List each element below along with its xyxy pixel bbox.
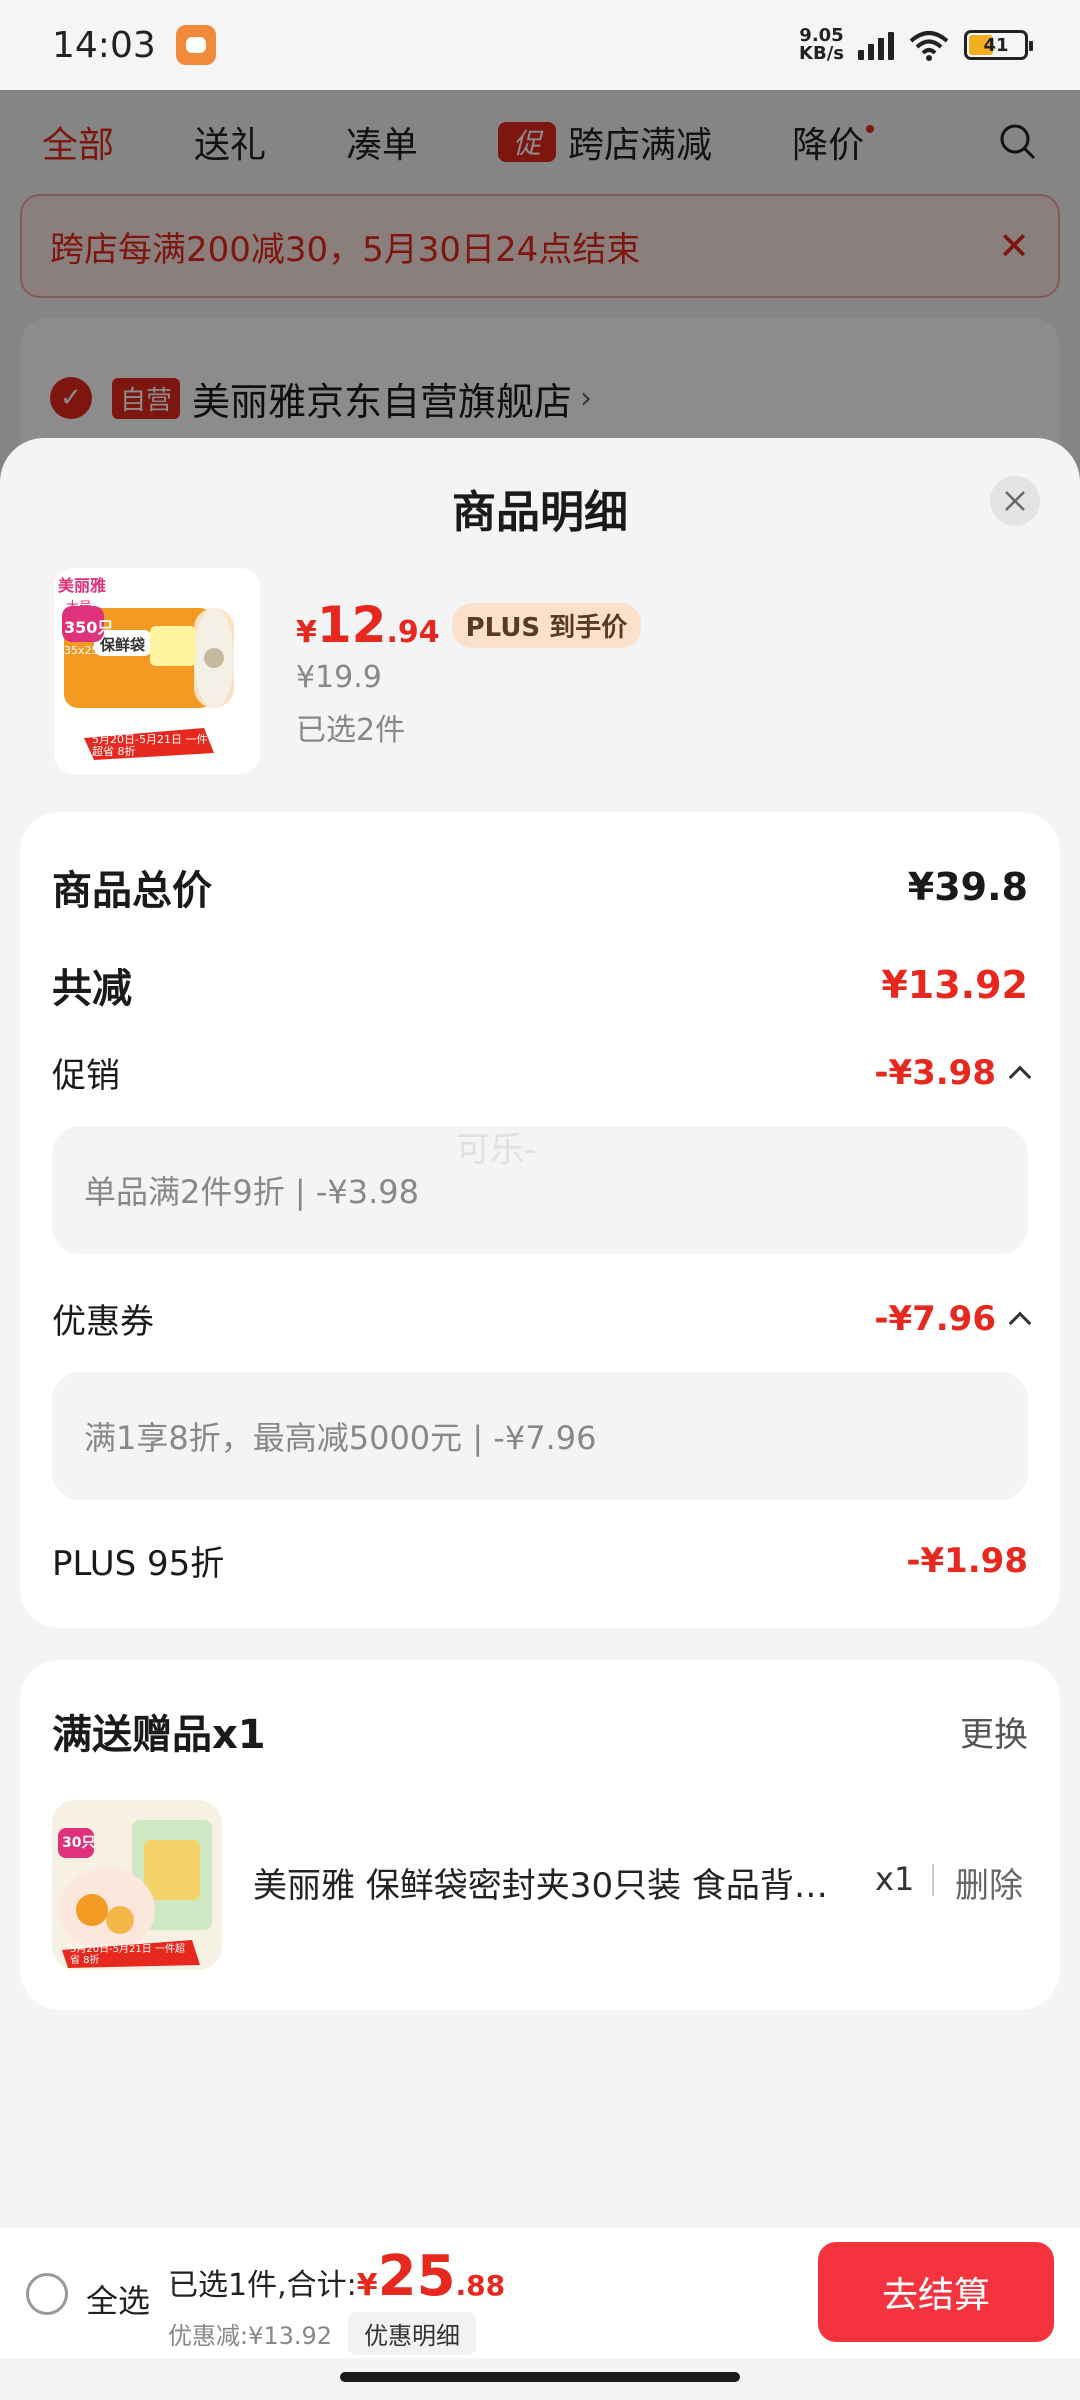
chevron-up-icon[interactable] — [1008, 1065, 1032, 1088]
product-image-label: 保鲜袋 — [100, 636, 146, 654]
price-integer: 12 — [316, 596, 387, 654]
watermark: 可乐- — [456, 1130, 537, 1170]
delete-gift-button[interactable]: 删除 — [955, 1858, 1023, 1907]
coupon-value: -¥7.96 — [874, 1298, 996, 1339]
price-decimal: .94 — [386, 615, 440, 650]
status-indicators: 9.05 KB/s 41 — [799, 27, 1033, 63]
promotion-detail: 单品满2件9折 | -¥3.98 — [52, 1126, 1028, 1254]
discount-text: 优惠减:¥13.92 — [168, 2322, 333, 2350]
chevron-up-icon[interactable] — [1008, 1311, 1032, 1334]
original-price: ¥19.9 — [296, 660, 382, 695]
product-image-size: 大号 — [66, 600, 93, 615]
plus-discount-label: PLUS 95折 — [52, 1544, 225, 1584]
total-reduce-label: 共减 — [52, 966, 132, 1012]
product-detail-sheet: 商品明细 美丽雅 大号 350只 35x25cm 保鲜袋 5月20日-5月21日… — [0, 438, 1080, 2400]
coupon-label: 优惠券 — [52, 1302, 154, 1342]
plus-discount-value: -¥1.98 — [906, 1540, 1028, 1581]
product-image-promo: 5月20日-5月21日 一件超省 8折 — [92, 733, 208, 758]
battery-level: 41 — [983, 34, 1009, 56]
battery-icon: 41 — [964, 30, 1033, 60]
home-indicator[interactable] — [340, 2372, 740, 2382]
total-reduce-value: ¥13.92 — [881, 963, 1028, 1007]
close-sheet-button[interactable] — [990, 476, 1040, 526]
discount-detail-button[interactable]: 优惠明细 — [348, 2312, 477, 2355]
gift-quantity: x1 — [875, 1860, 915, 1898]
gift-image-count: 30只 — [62, 1835, 96, 1851]
product-summary: 美丽雅 大号 350只 35x25cm 保鲜袋 5月20日-5月21日 一件超省… — [54, 568, 1044, 778]
gift-divider — [932, 1864, 934, 1896]
select-all-label[interactable]: 全选 — [86, 2276, 150, 2322]
plus-discount-row: PLUS 95折 -¥1.98 — [52, 1536, 1028, 1585]
gift-header: 满送赠品x1 更换 — [52, 1702, 1028, 1760]
checkout-button[interactable]: 去结算 — [818, 2242, 1054, 2342]
total-integer: 25 — [377, 2244, 456, 2309]
gift-card: 满送赠品x1 更换 30只 5月20日-5月21日 一件超省 8折 美丽雅 保鲜… — [20, 1660, 1060, 2010]
plus-price: ¥ 12 .94 PLUS 到手价 — [296, 596, 642, 654]
gift-title: 满送赠品x1 — [52, 1712, 266, 1758]
wifi-icon — [908, 29, 950, 61]
total-decimal: .88 — [455, 2269, 506, 2302]
network-speed-unit: KB/s — [799, 43, 844, 64]
total-symbol: ¥ — [356, 2268, 378, 2303]
selected-count: 已选2件 — [296, 713, 406, 748]
status-time: 14:03 — [52, 24, 156, 66]
app-notification-icon — [175, 25, 216, 65]
change-gift-button[interactable]: 更换 — [960, 1707, 1028, 1756]
close-icon — [1005, 491, 1025, 511]
plus-price-tag: PLUS 到手价 — [451, 602, 642, 648]
network-speed: 9.05 KB/s — [799, 27, 844, 63]
promotion-label: 促销 — [52, 1056, 120, 1096]
sheet-title: 商品明细 — [452, 487, 628, 538]
price-symbol: ¥ — [296, 615, 317, 650]
product-image-brand: 美丽雅 — [58, 576, 107, 595]
total-price-value: ¥39.8 — [907, 865, 1028, 909]
gift-name[interactable]: 美丽雅 保鲜袋密封夹30只装 食品背心式 — [253, 1858, 853, 1907]
product-image: 美丽雅 大号 350只 35x25cm 保鲜袋 5月20日-5月21日 一件超省… — [54, 568, 260, 774]
total-amount-label: 已选1件,合计: — [168, 2268, 357, 2303]
coupon-detail: 满1享8折，最高减5000元 | -¥7.96 — [52, 1372, 1028, 1500]
promotion-value: -¥3.98 — [874, 1052, 996, 1093]
total-reduce-row: 共减 ¥13.92 — [52, 956, 1028, 1014]
total-price-label: 商品总价 — [52, 868, 212, 914]
price-breakdown-card: 商品总价 ¥39.8 共减 ¥13.92 促销 -¥3.98 单品满2件9折 |… — [20, 812, 1060, 1628]
select-all-radio[interactable] — [26, 2273, 68, 2315]
promotion-row[interactable]: 促销 -¥3.98 — [52, 1048, 1032, 1097]
signal-icon — [858, 30, 894, 60]
gift-image-promo: 5月20日-5月21日 一件超省 8折 — [70, 1944, 185, 1966]
total-amount: 已选1件,合计: ¥ 25 .88 — [168, 2244, 505, 2309]
product-info: ¥ 12 .94 PLUS 到手价 ¥19.9 已选2件 — [296, 568, 642, 778]
checkout-bar: 全选 已选1件,合计: ¥ 25 .88 优惠减:¥13.92 优惠明细 去结算 — [0, 2228, 1080, 2358]
total-price-row: 商品总价 ¥39.8 — [52, 858, 1028, 916]
status-bar: 14:03 9.05 KB/s 41 — [0, 0, 1080, 90]
gift-image: 30只 5月20日-5月21日 一件超省 8折 — [52, 1800, 222, 1970]
discount-summary: 优惠减:¥13.92 优惠明细 — [168, 2312, 477, 2355]
coupon-row[interactable]: 优惠券 -¥7.96 — [52, 1294, 1032, 1343]
